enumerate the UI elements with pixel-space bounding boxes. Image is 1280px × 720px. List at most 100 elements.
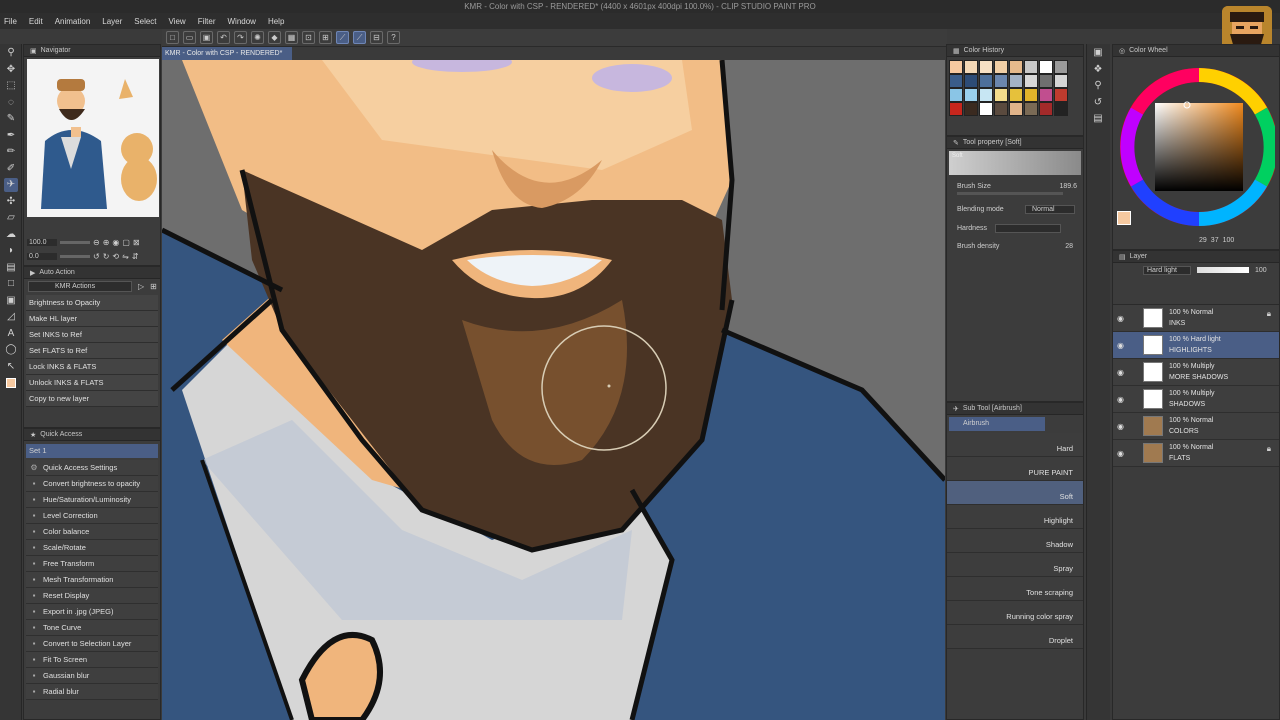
- blend-mode-select[interactable]: Hard light: [1143, 265, 1191, 275]
- menu-file[interactable]: File: [4, 17, 17, 26]
- frame-icon[interactable]: ▣: [4, 294, 18, 308]
- pen-icon[interactable]: ✒: [4, 129, 18, 143]
- material-icon[interactable]: ❖: [1091, 63, 1105, 77]
- opacity-value[interactable]: 100: [1255, 267, 1267, 274]
- brush-item[interactable]: Running color spray: [947, 601, 1083, 625]
- brush-item[interactable]: Spray: [947, 553, 1083, 577]
- blend-icon[interactable]: ☁: [4, 228, 18, 242]
- fit-icon[interactable]: ◉: [112, 238, 119, 247]
- add-action-icon[interactable]: ⊞: [150, 282, 157, 291]
- menu-help[interactable]: Help: [268, 17, 284, 26]
- opacity-slider[interactable]: [1197, 267, 1249, 273]
- color-swatch[interactable]: [1024, 60, 1038, 74]
- color-swatch[interactable]: [1024, 74, 1038, 88]
- visibility-eye-icon[interactable]: ◉: [1117, 422, 1129, 431]
- document-tab[interactable]: KMR - Color with CSP - RENDERED*: [162, 47, 292, 60]
- color-swatch[interactable]: [1009, 88, 1023, 102]
- move-icon[interactable]: ✥: [4, 63, 18, 77]
- quick-access-item[interactable]: ▪ Convert to Selection Layer: [26, 636, 158, 652]
- layer-row[interactable]: ◉ 100 % Normal FLATS 🔒︎: [1113, 440, 1279, 467]
- hue-ring[interactable]: [1119, 65, 1275, 229]
- color-swatch[interactable]: [1039, 102, 1053, 116]
- open-icon[interactable]: ▭: [183, 31, 196, 44]
- quick-access-item[interactable]: ▪ Scale/Rotate: [26, 540, 158, 556]
- help-icon[interactable]: ?: [387, 31, 400, 44]
- color-swatch[interactable]: [1039, 88, 1053, 102]
- blending-select[interactable]: Normal: [1025, 205, 1075, 214]
- color-swatch[interactable]: [979, 60, 993, 74]
- brush-icon[interactable]: ✐: [4, 162, 18, 176]
- quick-access-item[interactable]: ▪ Level Correction: [26, 508, 158, 524]
- color-swatch[interactable]: [979, 74, 993, 88]
- flip-icon[interactable]: ⊠: [133, 238, 140, 247]
- drawing-canvas[interactable]: [162, 60, 945, 720]
- color-swatch[interactable]: [1039, 60, 1053, 74]
- visibility-eye-icon[interactable]: ◉: [1117, 314, 1129, 323]
- quick-access-item[interactable]: ▪ Export in .jpg (JPEG): [26, 604, 158, 620]
- color-swatch[interactable]: [994, 102, 1008, 116]
- zoom-out-icon[interactable]: ⊖: [93, 238, 100, 247]
- quick-access-item[interactable]: ▪ Convert brightness to opacity: [26, 476, 158, 492]
- color-swatch[interactable]: [964, 60, 978, 74]
- loading-icon[interactable]: ✺: [251, 31, 264, 44]
- color-swatch[interactable]: [994, 88, 1008, 102]
- color-swatch[interactable]: [949, 74, 963, 88]
- quick-access-item[interactable]: ▪ Fit To Screen: [26, 652, 158, 668]
- color-swatch[interactable]: [979, 102, 993, 116]
- brush-item[interactable]: Highlight: [947, 505, 1083, 529]
- menu-filter[interactable]: Filter: [198, 17, 216, 26]
- pencil-icon[interactable]: ✏: [4, 145, 18, 159]
- menu-window[interactable]: Window: [228, 17, 256, 26]
- decoration-icon[interactable]: ✣: [4, 195, 18, 209]
- fill-icon[interactable]: ◗: [4, 244, 18, 258]
- text-icon[interactable]: A: [4, 327, 18, 341]
- redo-icon[interactable]: ↷: [234, 31, 247, 44]
- action-item[interactable]: Copy to new layer: [26, 391, 158, 407]
- visibility-eye-icon[interactable]: ◉: [1117, 449, 1129, 458]
- menu-select[interactable]: Select: [134, 17, 156, 26]
- brush-item[interactable]: Droplet: [947, 625, 1083, 649]
- menu-layer[interactable]: Layer: [102, 17, 122, 26]
- search-layer-icon[interactable]: ⚲: [1091, 79, 1105, 93]
- flip-vertical-icon[interactable]: ⇵: [132, 252, 139, 261]
- clear-icon[interactable]: ◆: [268, 31, 281, 44]
- brush-item-selected[interactable]: Soft: [947, 481, 1083, 505]
- current-color-swatch[interactable]: [1117, 211, 1131, 225]
- color-swatch[interactable]: [1009, 74, 1023, 88]
- color-swatch[interactable]: [1024, 88, 1038, 102]
- layer-row[interactable]: ◉ 100 % Multiply MORE SHADOWS: [1113, 359, 1279, 386]
- lasso-icon[interactable]: ◌: [4, 96, 18, 110]
- zoom-value[interactable]: 100.0: [27, 239, 57, 246]
- sub-tool-group[interactable]: Airbrush: [949, 417, 1045, 431]
- layer-property-icon[interactable]: ▣: [1091, 46, 1105, 60]
- quick-access-item[interactable]: ▪ Gaussian blur: [26, 668, 158, 684]
- visibility-eye-icon[interactable]: ◉: [1117, 341, 1129, 350]
- color-swatch[interactable]: [964, 102, 978, 116]
- color-swatch[interactable]: [1054, 74, 1068, 88]
- color-swatch[interactable]: [994, 74, 1008, 88]
- hardness-slider[interactable]: [994, 224, 1061, 233]
- play-action-icon[interactable]: ▷: [138, 282, 144, 291]
- reset-rotation-icon[interactable]: ⟲: [112, 252, 119, 261]
- color-swatch[interactable]: [1054, 102, 1068, 116]
- balloon-icon[interactable]: ◯: [4, 343, 18, 357]
- action-item[interactable]: Make HL layer: [26, 311, 158, 327]
- action-item[interactable]: Unlock INKS & FLATS: [26, 375, 158, 391]
- color-swatch[interactable]: [949, 102, 963, 116]
- crop-icon[interactable]: ⊡: [302, 31, 315, 44]
- layer-row[interactable]: ◉ 100 % Multiply SHADOWS: [1113, 386, 1279, 413]
- zoom-slider[interactable]: [60, 241, 90, 244]
- color-swatch[interactable]: [1039, 74, 1053, 88]
- menu-view[interactable]: View: [169, 17, 186, 26]
- quick-access-item[interactable]: ▪ Mesh Transformation: [26, 572, 158, 588]
- rotate-left-icon[interactable]: ↺: [93, 252, 100, 261]
- navigator-preview[interactable]: [27, 59, 159, 217]
- color-swatch[interactable]: [979, 88, 993, 102]
- airbrush-icon[interactable]: ✈: [4, 178, 18, 192]
- quick-access-item[interactable]: ▪ Tone Curve: [26, 620, 158, 636]
- color-swatch[interactable]: [949, 88, 963, 102]
- quick-access-item[interactable]: ▪ Color balance: [26, 524, 158, 540]
- menu-edit[interactable]: Edit: [29, 17, 43, 26]
- brush-item[interactable]: Hard: [947, 433, 1083, 457]
- color-swatch[interactable]: [994, 60, 1008, 74]
